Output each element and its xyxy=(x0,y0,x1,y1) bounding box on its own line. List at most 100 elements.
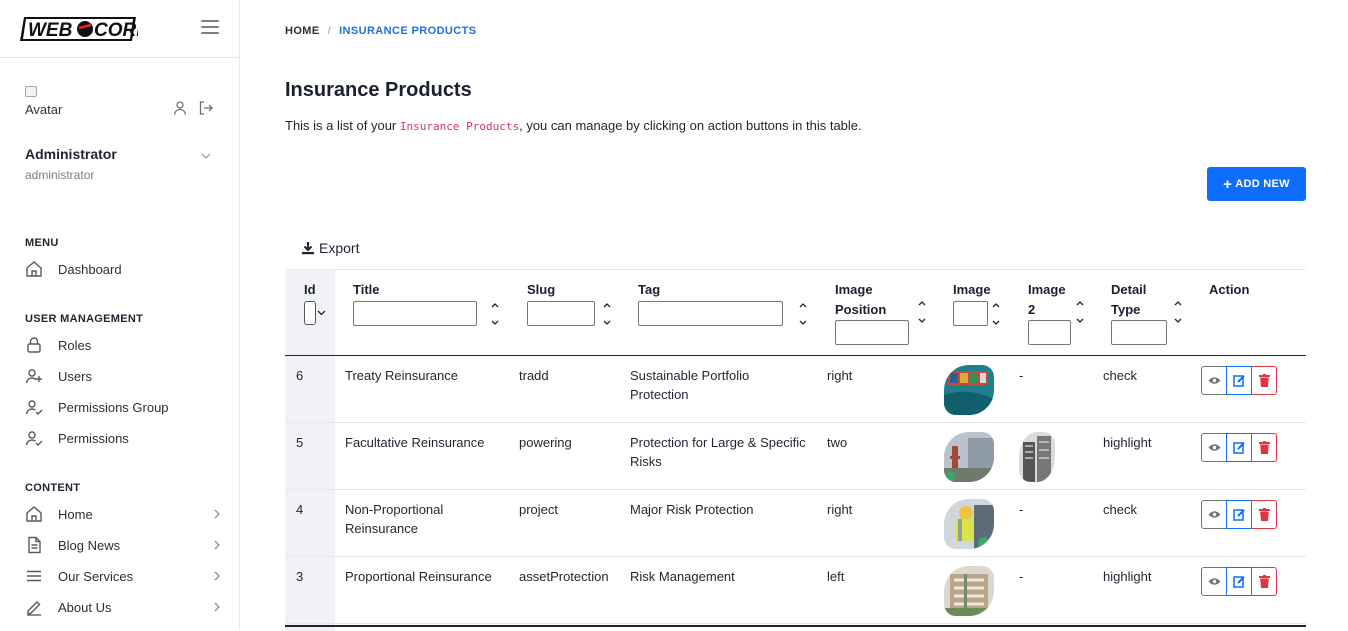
sort-icon[interactable] xyxy=(602,301,612,327)
plus-icon: + xyxy=(1223,175,1233,193)
product-image-thumbnail[interactable] xyxy=(944,566,994,616)
user-profile-icon[interactable] xyxy=(172,100,188,116)
sidebar-item-our-services[interactable]: Our Services xyxy=(25,564,225,588)
image-position-filter-input[interactable] xyxy=(835,320,909,345)
sort-icon[interactable] xyxy=(917,299,927,325)
edit-button[interactable] xyxy=(1226,567,1252,596)
user-check-icon xyxy=(25,431,43,446)
cell-image-position: two xyxy=(827,435,848,450)
webcore-logo[interactable]: WEB CORE xyxy=(20,15,138,43)
cell-slug: project xyxy=(519,502,559,517)
user-plus-icon xyxy=(25,369,42,384)
cell-tag: Risk Management xyxy=(630,569,735,584)
edit-button[interactable] xyxy=(1226,500,1252,529)
add-new-button[interactable]: + ADD NEW xyxy=(1207,167,1306,201)
product-image-thumbnail[interactable] xyxy=(944,365,994,415)
table-row: 4 Non-Proportional Reinsurance project Ma… xyxy=(285,490,1306,557)
edit-icon xyxy=(1232,509,1245,521)
logout-icon[interactable] xyxy=(198,100,214,116)
view-button[interactable] xyxy=(1201,500,1227,529)
sort-icon[interactable] xyxy=(1075,299,1085,325)
column-header-image-position[interactable]: Image Position xyxy=(835,280,886,320)
detail-type-filter-input[interactable] xyxy=(1111,320,1167,345)
breadcrumb-home[interactable]: HOME xyxy=(285,25,320,37)
sidebar-item-roles[interactable]: Roles xyxy=(25,333,225,357)
sidebar-item-permissions-group[interactable]: Permissions Group xyxy=(25,395,225,419)
sidebar-item-blog-news[interactable]: Blog News xyxy=(25,533,225,557)
content-section-title: CONTENT xyxy=(25,482,81,494)
export-button[interactable]: Export xyxy=(301,240,359,256)
breadcrumb-current: INSURANCE PRODUCTS xyxy=(339,25,477,37)
sort-icon[interactable] xyxy=(490,301,500,327)
view-button[interactable] xyxy=(1201,366,1227,395)
id-filter-select[interactable] xyxy=(304,301,328,326)
chevron-down-icon[interactable] xyxy=(200,150,212,162)
view-button[interactable] xyxy=(1201,433,1227,462)
cell-id: 5 xyxy=(296,435,304,450)
sidebar-item-dashboard[interactable]: Dashboard xyxy=(25,257,225,281)
column-header-detail-type[interactable]: Detail Type xyxy=(1111,280,1146,320)
column-header-slug[interactable]: Slug xyxy=(527,280,555,300)
edit-button[interactable] xyxy=(1226,366,1252,395)
user-check-icon xyxy=(25,400,43,415)
cell-tag: Protection for Large & Specific Risks xyxy=(630,435,806,469)
delete-button[interactable] xyxy=(1251,567,1277,596)
cell-title: Non-Proportional Reinsurance xyxy=(345,502,444,536)
delete-button[interactable] xyxy=(1251,433,1277,462)
cell-id: 6 xyxy=(296,368,304,383)
column-header-tag[interactable]: Tag xyxy=(638,280,660,300)
sort-icon[interactable] xyxy=(798,301,808,327)
sidebar: WEB CORE Avatar Administrator administra… xyxy=(0,0,240,630)
sidebar-item-permissions[interactable]: Permissions xyxy=(25,426,225,450)
sort-icon[interactable] xyxy=(991,301,1001,327)
broken-image-icon xyxy=(25,86,37,97)
column-header-title[interactable]: Title xyxy=(353,280,380,300)
cell-image-position: right xyxy=(827,502,853,517)
menu-section-title: MENU xyxy=(25,237,59,249)
products-table: Id Title Slug Tag Image Position Image I… xyxy=(285,269,1306,631)
product-image-thumbnail[interactable] xyxy=(944,499,994,549)
cell-image-2: - xyxy=(1019,502,1024,517)
sidebar-item-users[interactable]: Users xyxy=(25,364,225,388)
sidebar-item-home[interactable]: Home xyxy=(25,502,225,526)
table-row: 5 Facultative Reinsurance powering Prote… xyxy=(285,423,1306,490)
document-icon xyxy=(28,536,41,554)
edit-button[interactable] xyxy=(1226,433,1252,462)
product-image-thumbnail[interactable] xyxy=(944,432,994,482)
svg-text:WEB: WEB xyxy=(28,20,73,41)
view-button[interactable] xyxy=(1201,567,1227,596)
cell-image-2: - xyxy=(1019,368,1024,383)
cell-detail-type: check xyxy=(1103,502,1137,517)
tag-filter-input[interactable] xyxy=(638,301,783,326)
pen-icon xyxy=(27,601,41,616)
page-title: Insurance Products xyxy=(285,79,472,101)
title-filter-input[interactable] xyxy=(353,301,477,326)
chevron-right-icon xyxy=(214,571,220,581)
cell-detail-type: highlight xyxy=(1103,435,1152,450)
sidebar-item-about-us[interactable]: About Us xyxy=(25,595,225,619)
row-actions xyxy=(1201,433,1277,462)
table-row: 6 Treaty Reinsurance tradd Sustainable P… xyxy=(285,356,1306,423)
column-header-image-2[interactable]: Image 2 xyxy=(1028,280,1066,320)
breadcrumb-separator: / xyxy=(327,25,332,37)
cell-image-2: - xyxy=(1019,569,1024,584)
breadcrumb: HOME / INSURANCE PRODUCTS xyxy=(285,25,476,37)
trash-icon xyxy=(1258,374,1270,387)
eye-icon xyxy=(1208,511,1220,518)
cell-image-position: left xyxy=(827,569,845,584)
delete-button[interactable] xyxy=(1251,366,1277,395)
trash-icon xyxy=(1258,508,1270,521)
delete-button[interactable] xyxy=(1251,500,1277,529)
image-filter-input[interactable] xyxy=(953,301,988,326)
sort-icon[interactable] xyxy=(1173,299,1183,325)
product-image-2-thumbnail[interactable] xyxy=(1019,432,1055,482)
user-panel: Avatar xyxy=(25,86,220,126)
slug-filter-input[interactable] xyxy=(527,301,595,326)
column-header-id[interactable]: Id xyxy=(304,280,316,300)
image-2-filter-input[interactable] xyxy=(1028,320,1071,345)
resource-name-code: Insurance Products xyxy=(399,120,520,133)
cell-title: Facultative Reinsurance xyxy=(345,435,485,450)
column-header-image[interactable]: Image xyxy=(953,280,991,300)
hamburger-menu-icon[interactable] xyxy=(201,20,219,34)
chevron-right-icon xyxy=(214,602,220,612)
